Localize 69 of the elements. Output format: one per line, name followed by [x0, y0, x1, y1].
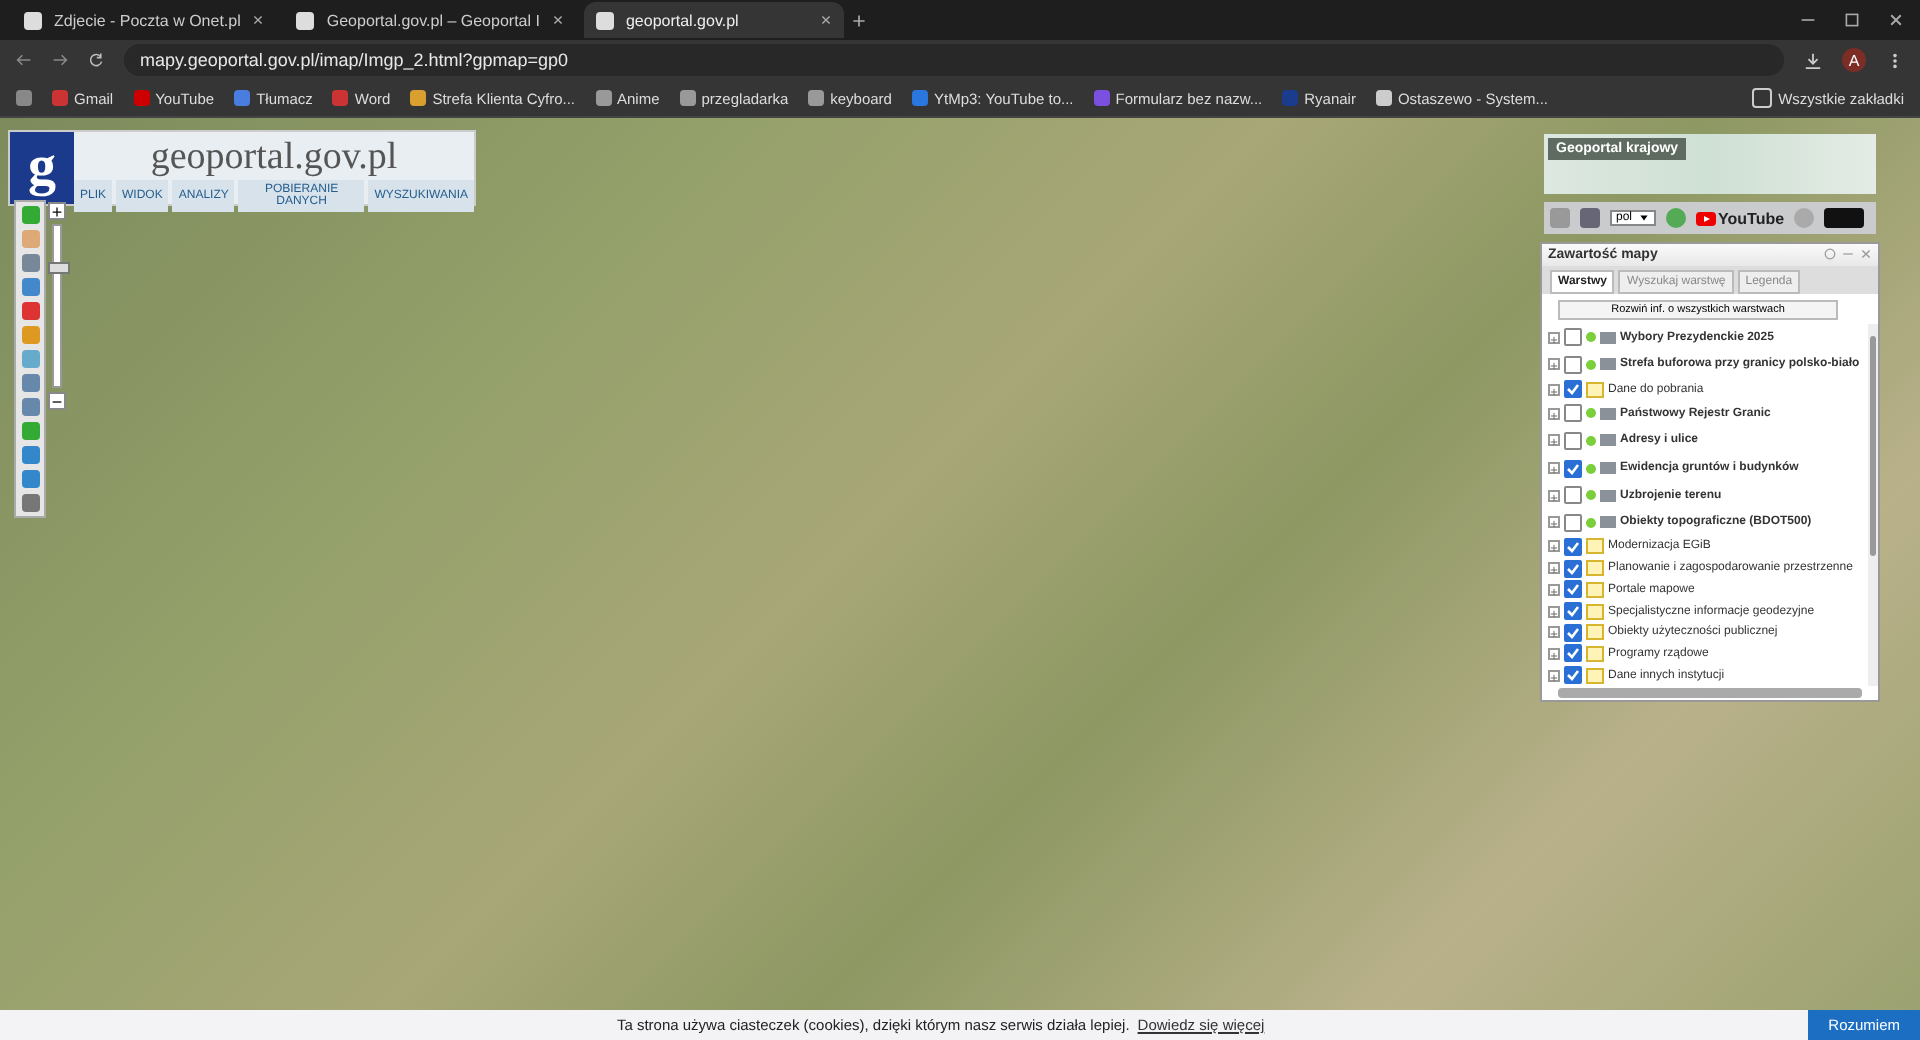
browser-tab[interactable]: geoportal.gov.pl — [583, 2, 844, 38]
layer-checkbox[interactable] — [1564, 486, 1582, 505]
layer-checkbox[interactable] — [1564, 328, 1582, 347]
expand-icon[interactable] — [1548, 331, 1560, 344]
reload-icon[interactable] — [88, 52, 104, 68]
layer-checkbox[interactable] — [1564, 380, 1582, 399]
eye-icon[interactable] — [1824, 208, 1865, 228]
close-icon[interactable] — [252, 14, 265, 26]
close-icon[interactable] — [1888, 12, 1904, 28]
status-dot-icon — [1586, 517, 1596, 528]
status-dot-icon — [1586, 490, 1596, 501]
expand-icon[interactable] — [1548, 516, 1560, 529]
favicon-icon — [595, 11, 614, 29]
favicon-icon — [24, 11, 42, 29]
expand-icon[interactable] — [1548, 562, 1560, 575]
scrollbar[interactable] — [1868, 324, 1878, 686]
expand-icon[interactable] — [1548, 647, 1560, 660]
close-icon[interactable] — [819, 14, 832, 26]
browser-tab[interactable]: Zdjecie - Poczta w Onet.pl — [12, 2, 277, 38]
print-icon[interactable] — [1580, 208, 1600, 228]
download-icon[interactable] — [1804, 51, 1822, 69]
expand-icon[interactable] — [1548, 407, 1560, 420]
layer-checkbox[interactable] — [1564, 513, 1582, 532]
back-icon[interactable] — [16, 52, 32, 68]
expand-icon[interactable] — [1548, 605, 1560, 618]
browser-tab[interactable]: Geoportal.gov.pl – Geoportal I — [284, 2, 576, 38]
profile-avatar[interactable]: A — [1842, 48, 1866, 72]
help-icon[interactable] — [1666, 208, 1687, 228]
expand-icon[interactable] — [1548, 583, 1560, 596]
expand-icon[interactable] — [1548, 383, 1560, 396]
expand-icon[interactable] — [1548, 626, 1560, 639]
slider-thumb[interactable] — [48, 261, 70, 274]
layer-checkbox[interactable] — [1564, 666, 1582, 685]
status-dot-icon — [1586, 332, 1596, 343]
expand-icon[interactable] — [1548, 540, 1560, 553]
zoom-in-button[interactable]: + — [48, 202, 66, 220]
apps-icon[interactable] — [16, 90, 32, 106]
layer-checkbox[interactable] — [1564, 559, 1582, 578]
expand-icon[interactable] — [1548, 489, 1560, 502]
forward-icon[interactable] — [52, 52, 68, 68]
status-dot-icon — [1586, 408, 1596, 419]
layer-checkbox[interactable] — [1564, 355, 1582, 374]
expand-icon[interactable] — [1548, 358, 1560, 371]
caret-icon — [1638, 212, 1651, 224]
scrollbar[interactable] — [1558, 688, 1862, 698]
status-dot-icon — [1586, 463, 1596, 474]
maximize-icon[interactable] — [1844, 12, 1860, 28]
favicon-icon — [296, 11, 315, 29]
site-title: geoportal.gov.pl — [150, 136, 398, 180]
address-bar[interactable]: mapy.geoportal.gov.pl/imap/Imgp_2.html?gpmap=gp0 — [124, 44, 1784, 76]
layer-checkbox[interactable] — [1564, 580, 1582, 599]
expand-icon[interactable] — [1548, 462, 1560, 475]
status-dot-icon — [1586, 359, 1596, 370]
expand-icon[interactable] — [1548, 669, 1560, 682]
layer-checkbox[interactable] — [1564, 459, 1582, 478]
expand-icon[interactable] — [1548, 434, 1560, 447]
new-tab-icon[interactable] — [851, 13, 866, 27]
status-dot-icon — [1586, 435, 1596, 446]
layer-checkbox[interactable] — [1564, 537, 1582, 556]
zoom-out-button[interactable]: − — [48, 392, 66, 410]
layer-checkbox[interactable] — [1564, 623, 1582, 642]
help-icon[interactable] — [1824, 248, 1836, 260]
folder-icon — [1586, 381, 1604, 398]
layer-checkbox[interactable] — [1564, 644, 1582, 663]
layer-checkbox[interactable] — [1564, 431, 1582, 450]
close-icon[interactable] — [551, 14, 564, 26]
layer-checkbox[interactable] — [1564, 404, 1582, 423]
layer-checkbox[interactable] — [1564, 602, 1582, 621]
geoportal-logo: g — [10, 132, 74, 204]
